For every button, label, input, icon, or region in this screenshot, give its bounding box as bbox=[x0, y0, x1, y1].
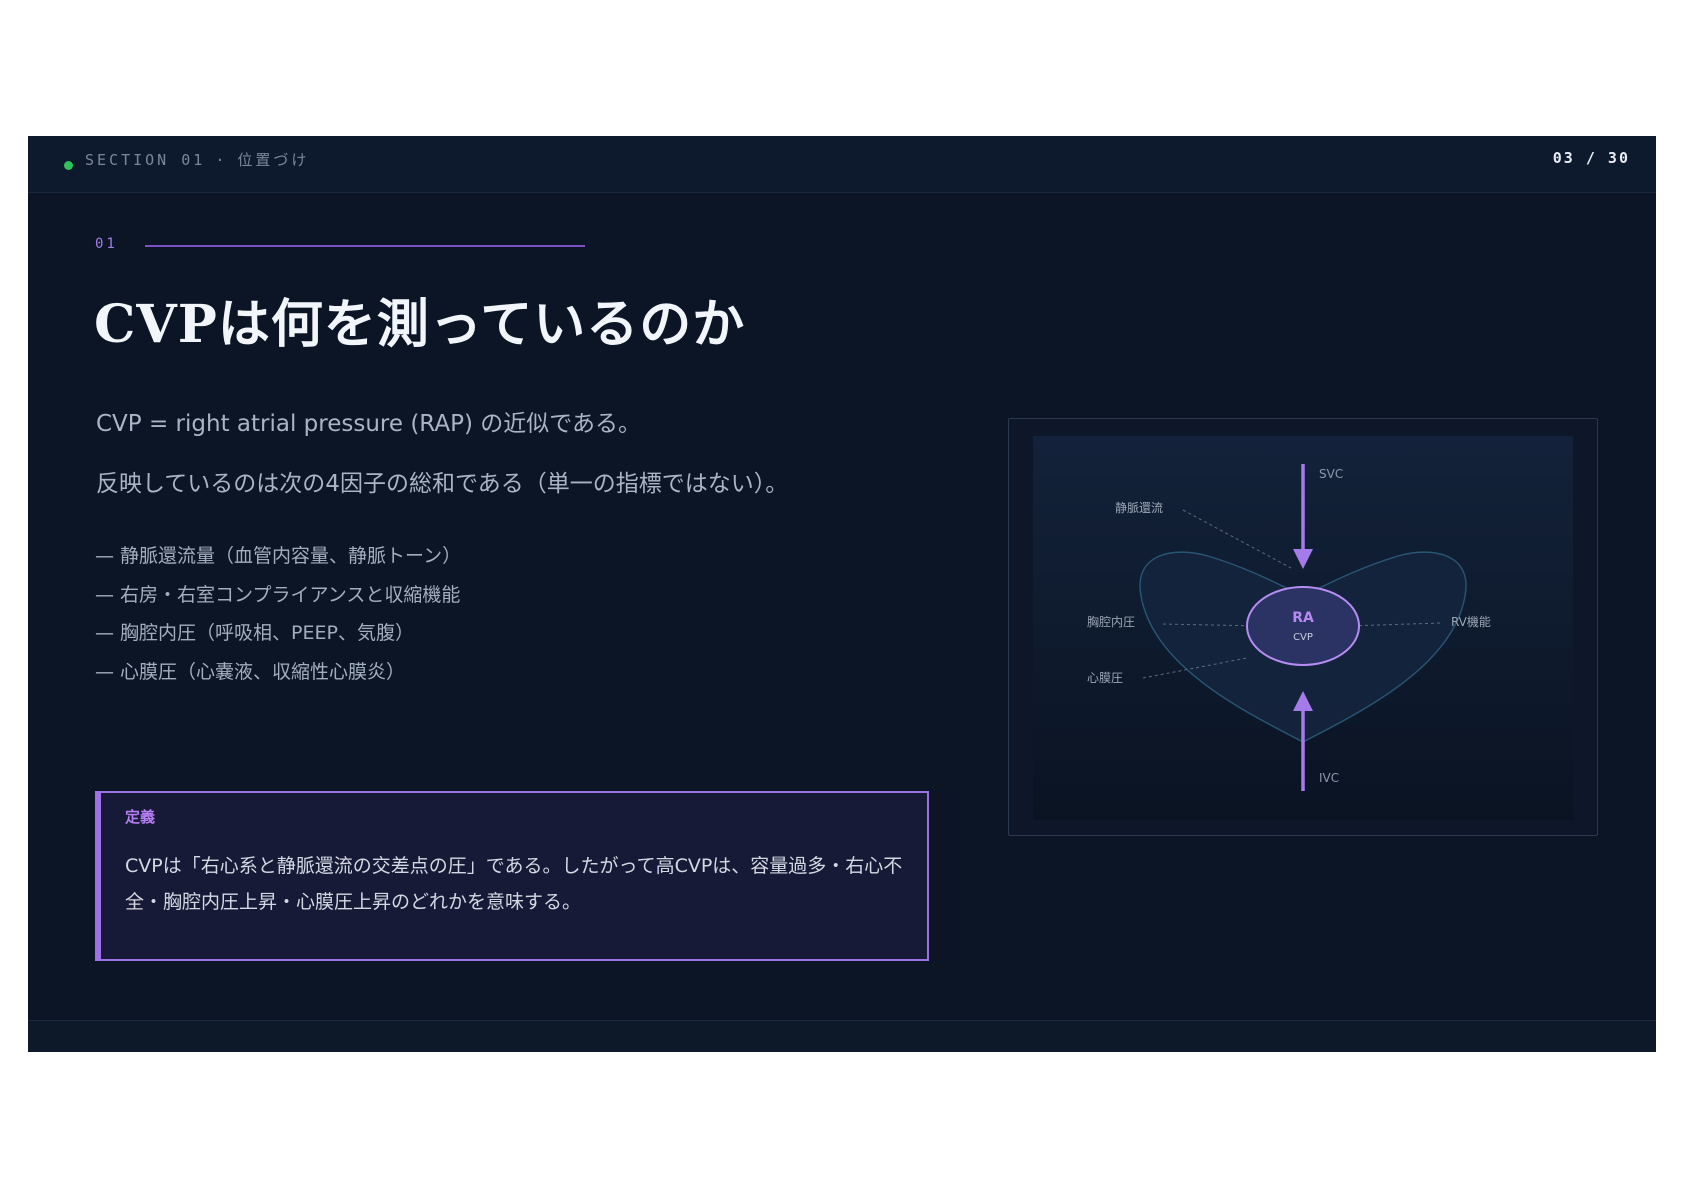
factor-list: — 静脈還流量（血管内容量、静脈トーン） — 右房・右室コンプライアンスと収縮機… bbox=[95, 544, 461, 698]
cvp-diagram-figure: RA CVP SVC IVC 静脈還流 胸腔内圧 RV機能 心膜圧 bbox=[1008, 418, 1598, 836]
pericardial-label: 心膜圧 bbox=[1087, 671, 1123, 685]
svc-label: SVC bbox=[1319, 467, 1343, 481]
cvp-diagram: RA CVP SVC IVC 静脈還流 胸腔内圧 RV機能 心膜圧 bbox=[1033, 436, 1573, 820]
rv-function-label: RV機能 bbox=[1451, 614, 1491, 629]
diagram-canvas: RA CVP SVC IVC 静脈還流 胸腔内圧 RV機能 心膜圧 bbox=[1033, 436, 1573, 820]
definition-label: 定義 bbox=[125, 808, 156, 826]
lead-text-1: CVP = right atrial pressure (RAP) の近似である… bbox=[96, 411, 641, 437]
factor-item: — 心膜圧（心嚢液、収縮性心膜炎） bbox=[95, 660, 406, 683]
kicker-divider bbox=[145, 245, 585, 247]
right-atrium-node bbox=[1246, 586, 1360, 666]
definition-callout: 定義 CVPは「右心系と静脈還流の交差点の圧」である。したがって高CVPは、容量… bbox=[95, 791, 929, 961]
definition-text: CVPは「右心系と静脈還流の交差点の圧」である。したがって高CVPは、容量過多・… bbox=[125, 855, 903, 913]
ra-label: RA bbox=[1292, 610, 1314, 626]
status-dot-icon bbox=[64, 161, 73, 170]
factor-item: — 右房・右室コンプライアンスと収縮機能 bbox=[95, 583, 461, 606]
factor-item: — 静脈還流量（血管内容量、静脈トーン） bbox=[95, 545, 462, 567]
venous-return-label: 静脈還流 bbox=[1115, 501, 1163, 515]
factor-item: — 胸腔内圧（呼吸相、PEEP、気腹） bbox=[95, 622, 414, 644]
page-indicator: 03 / 30 bbox=[1552, 149, 1630, 167]
slide: SECTION 01 · 位置づけ 03 / 30 01 CVPは何を測っているのか… bbox=[28, 136, 1656, 1052]
section-label: SECTION 01 bbox=[85, 151, 206, 169]
footer-bar bbox=[28, 1021, 1656, 1052]
ra-sublabel: CVP bbox=[1293, 632, 1313, 643]
intrathoracic-label: 胸腔内圧 bbox=[1087, 614, 1135, 629]
lead-text-2: 反映しているのは次の4因子の総和である（単一の指標ではない）。 bbox=[96, 471, 789, 497]
top-bar: SECTION 01 · 位置づけ 03 / 30 bbox=[28, 136, 1656, 193]
section-indicator: SECTION 01 · 位置づけ bbox=[85, 149, 309, 170]
ivc-label: IVC bbox=[1319, 771, 1339, 785]
section-separator: · bbox=[215, 151, 228, 169]
section-title: 位置づけ bbox=[237, 151, 310, 169]
slide-kicker: 01 bbox=[95, 236, 118, 252]
slide-title: CVPは何を測っているのか bbox=[94, 294, 746, 355]
